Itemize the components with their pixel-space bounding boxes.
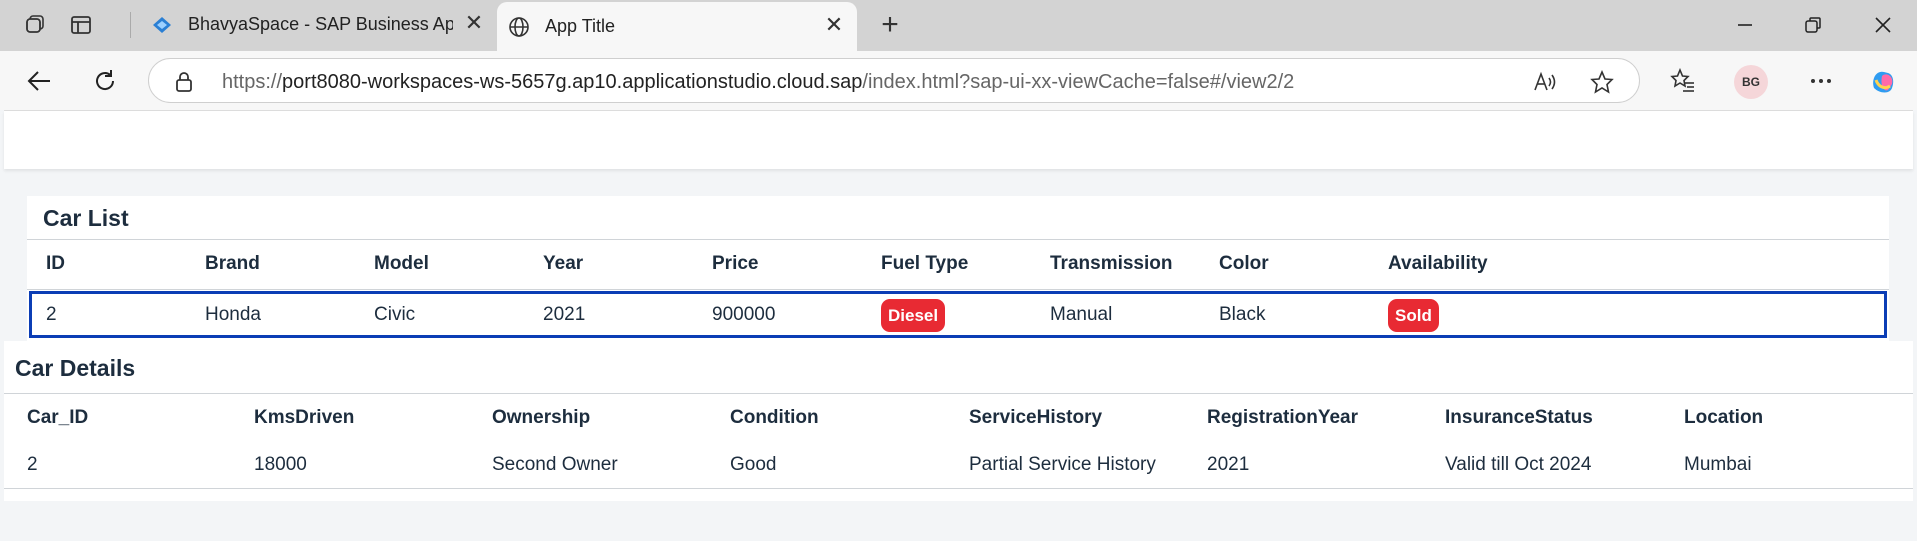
car-details-panel: Car Details Car_ID KmsDriven Ownership C… [4, 341, 1913, 501]
workspaces-icon[interactable] [22, 12, 48, 38]
shell-header [4, 111, 1913, 169]
browser-toolbar: https://port8080-workspaces-ws-5657g.ap1… [0, 51, 1917, 110]
column-header: Model [374, 253, 429, 274]
availability-badge: Sold [1388, 299, 1439, 332]
cell-ownership: Second Owner [492, 454, 618, 475]
cell-kms-driven: 18000 [254, 454, 307, 475]
column-header: Transmission [1050, 253, 1173, 274]
favorite-star-icon[interactable] [1589, 69, 1615, 95]
cell-service-history: Partial Service History [969, 454, 1156, 475]
copilot-icon[interactable] [1866, 64, 1900, 98]
column-header: ServiceHistory [969, 407, 1103, 428]
column-header: Location [1684, 407, 1764, 428]
car-details-row[interactable]: 2 18000 Second Owner Good Partial Servic… [4, 442, 1913, 489]
address-bar[interactable]: https://port8080-workspaces-ws-5657g.ap1… [148, 58, 1640, 103]
cell-condition: Good [730, 454, 777, 475]
car-list-row-selected[interactable]: 2 Honda Civic 2021 900000 Diesel Manual … [29, 291, 1887, 338]
restore-icon[interactable] [1798, 12, 1828, 38]
new-tab-icon[interactable]: + [875, 10, 905, 40]
column-header: ID [46, 253, 65, 274]
fuel-type-badge: Diesel [881, 299, 946, 332]
tab-actions-icon[interactable] [68, 12, 94, 38]
car-details-header-row: Car_ID KmsDriven Ownership Condition Ser… [4, 393, 1913, 444]
column-header: Brand [205, 253, 260, 274]
car-list-title: Car List [43, 205, 129, 231]
cell-registration-year: 2021 [1207, 454, 1250, 475]
tab-title: BhavyaSpace - SAP Business Appl [188, 14, 453, 34]
column-header: Year [543, 253, 584, 274]
reload-icon[interactable] [88, 64, 122, 98]
close-window-icon[interactable] [1868, 12, 1898, 38]
sap-bas-favicon-icon [150, 13, 174, 37]
favorites-icon[interactable] [1666, 64, 1700, 98]
column-header: KmsDriven [254, 407, 355, 428]
close-tab-icon[interactable]: ✕ [461, 10, 487, 36]
cell-transmission: Manual [1050, 304, 1113, 325]
lock-icon[interactable] [175, 71, 193, 98]
column-header: Car_ID [27, 407, 89, 428]
globe-icon [507, 15, 531, 39]
column-header: Color [1219, 253, 1269, 274]
close-tab-icon[interactable]: ✕ [821, 12, 847, 38]
cell-id: 2 [46, 304, 57, 325]
column-header: Ownership [492, 407, 591, 428]
cell-price: 900000 [712, 304, 776, 325]
app-page: Car List ID Brand Model Year Price Fuel … [4, 110, 1913, 541]
tab-title: App Title [545, 16, 616, 36]
url-text[interactable]: https://port8080-workspaces-ws-5657g.ap1… [222, 71, 1294, 94]
cell-location: Mumbai [1684, 454, 1752, 475]
cell-year: 2021 [543, 304, 586, 325]
column-header: Fuel Type [881, 253, 969, 274]
cell-color: Black [1219, 304, 1266, 325]
column-header: InsuranceStatus [1445, 407, 1593, 428]
tab-app-title[interactable]: App Title ✕ [497, 2, 857, 51]
tab-bhavyaspace[interactable]: BhavyaSpace - SAP Business Appl ✕ [140, 0, 497, 51]
back-icon[interactable] [22, 64, 56, 98]
minimize-icon[interactable] [1730, 12, 1760, 38]
column-header: Price [712, 253, 759, 274]
car-list-panel: Car List ID Brand Model Year Price Fuel … [27, 196, 1889, 341]
car-details-title: Car Details [15, 355, 136, 381]
read-aloud-icon[interactable] [1531, 69, 1557, 95]
column-header: RegistrationYear [1207, 407, 1358, 428]
column-header: Availability [1388, 253, 1488, 274]
tab-divider [130, 12, 131, 38]
browser-tab-bar: BhavyaSpace - SAP Business Appl ✕ App Ti… [0, 0, 1917, 51]
cell-car-id: 2 [27, 454, 38, 475]
cell-model: Civic [374, 304, 416, 325]
profile-avatar[interactable]: BG [1734, 65, 1768, 99]
more-options-icon[interactable] [1804, 64, 1838, 98]
column-header: Condition [730, 407, 819, 428]
cell-brand: Honda [205, 304, 261, 325]
cell-insurance-status: Valid till Oct 2024 [1445, 454, 1592, 475]
car-list-header-row: ID Brand Model Year Price Fuel Type Tran… [27, 239, 1889, 290]
